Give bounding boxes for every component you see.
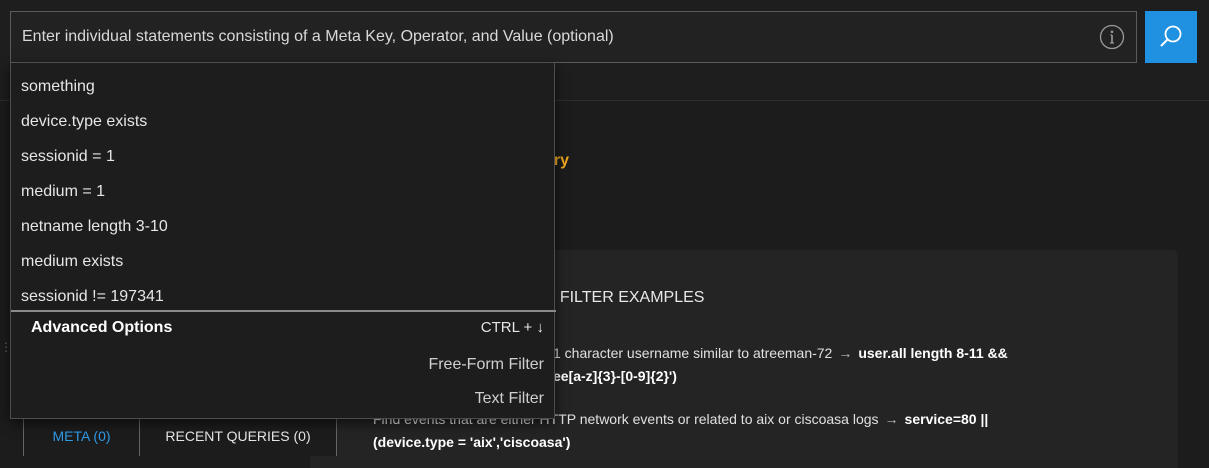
suggestion-dropdown: something device.type exists sessionid =… [10,63,556,419]
example-2-line-2: (device.type = 'aix','ciscoasa') [373,434,570,450]
dropdown-divider [11,310,556,312]
example-2-query-continued[interactable]: (device.type = 'aix','ciscoasa') [373,434,570,450]
advanced-options-label: Advanced Options [31,319,173,336]
search-icon [1160,25,1182,47]
suggestion-item[interactable]: something [21,78,95,96]
advanced-options-shortcut: CTRL + ↓ [480,319,544,336]
examples-title: Y FILTER EXAMPLES [545,289,705,306]
example-1-query-continued[interactable]: ee[a-z]{3}-[0-9]{2}') [553,368,677,384]
tab-recent-queries[interactable]: RECENT QUERIES (0) [140,414,337,456]
info-icon[interactable] [1099,24,1125,50]
query-bar [10,11,1137,63]
example-1-line-1: 1 character username similar to atreeman… [553,345,1008,361]
arrow-right-icon: → [884,411,899,427]
example-1-line-2: ee[a-z]{3}-[0-9]{2}') [553,368,677,384]
suggestion-item[interactable]: sessionid = 1 [21,148,115,166]
example-1-description: 1 character username similar to atreeman… [553,345,833,361]
tab-meta[interactable]: META (0) [23,414,140,456]
arrow-right-icon: → [838,345,853,361]
query-input[interactable] [11,12,1099,62]
suggestion-item[interactable]: device.type exists [21,113,147,131]
example-2-query[interactable]: service=80 || [905,411,989,427]
bottom-tabs: META (0) RECENT QUERIES (0) [23,414,337,456]
suggestion-item[interactable]: medium exists [21,253,123,271]
text-filter-option[interactable]: Text Filter [475,390,544,408]
suggestion-item[interactable]: netname length 3-10 [21,218,168,236]
suggestion-item[interactable]: sessionid != 197341 [21,288,164,306]
suggestion-item[interactable]: medium = 1 [21,183,105,201]
example-1-query[interactable]: user.all length 8-11 && [858,345,1007,361]
free-form-filter-option[interactable]: Free-Form Filter [428,356,544,374]
search-button[interactable] [1145,11,1197,63]
